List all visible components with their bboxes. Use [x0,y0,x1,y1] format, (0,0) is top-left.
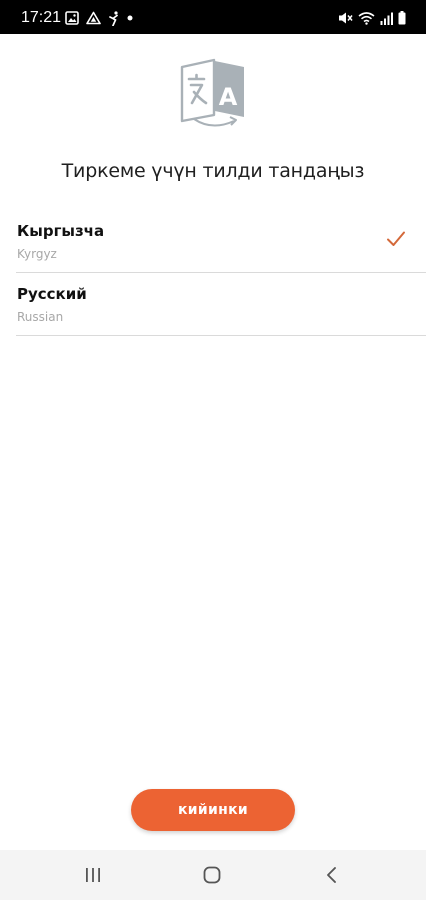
drive-icon [86,11,101,25]
language-list: Кыргызча Kyrgyz Русский Russian [16,210,426,336]
next-button[interactable]: кийинки [131,789,295,831]
battery-icon [398,11,406,25]
page-title: Тиркеме үчүн тилди тандаңыз [61,160,365,182]
mute-icon [338,11,353,25]
image-icon [65,11,79,25]
status-right-icons [338,10,406,26]
recent-apps-icon[interactable] [80,863,106,887]
back-icon[interactable] [319,863,345,887]
navigation-bar [0,850,426,900]
svg-text:A: A [219,83,238,111]
home-icon[interactable] [199,863,225,887]
language-english-name: Russian [17,310,64,324]
wifi-icon [358,11,375,25]
signal-icon [380,12,393,25]
checkmark-icon [386,230,406,248]
status-time: 17:21 [21,9,62,26]
translate-icon: A [180,57,246,131]
language-selection-screen: 17:21 A Тиркеме үчүн тилди тандаңыз Кырг… [0,0,426,900]
dot-icon [127,15,133,21]
language-native-name: Русский [17,285,87,303]
activity-icon [108,10,120,26]
status-left-icons [65,10,133,26]
language-item-kyrgyz[interactable]: Кыргызча Kyrgyz [16,210,426,273]
language-native-name: Кыргызча [17,222,105,240]
language-item-russian[interactable]: Русский Russian [16,273,426,336]
status-bar: 17:21 [0,0,426,34]
language-english-name: Kyrgyz [17,247,57,261]
